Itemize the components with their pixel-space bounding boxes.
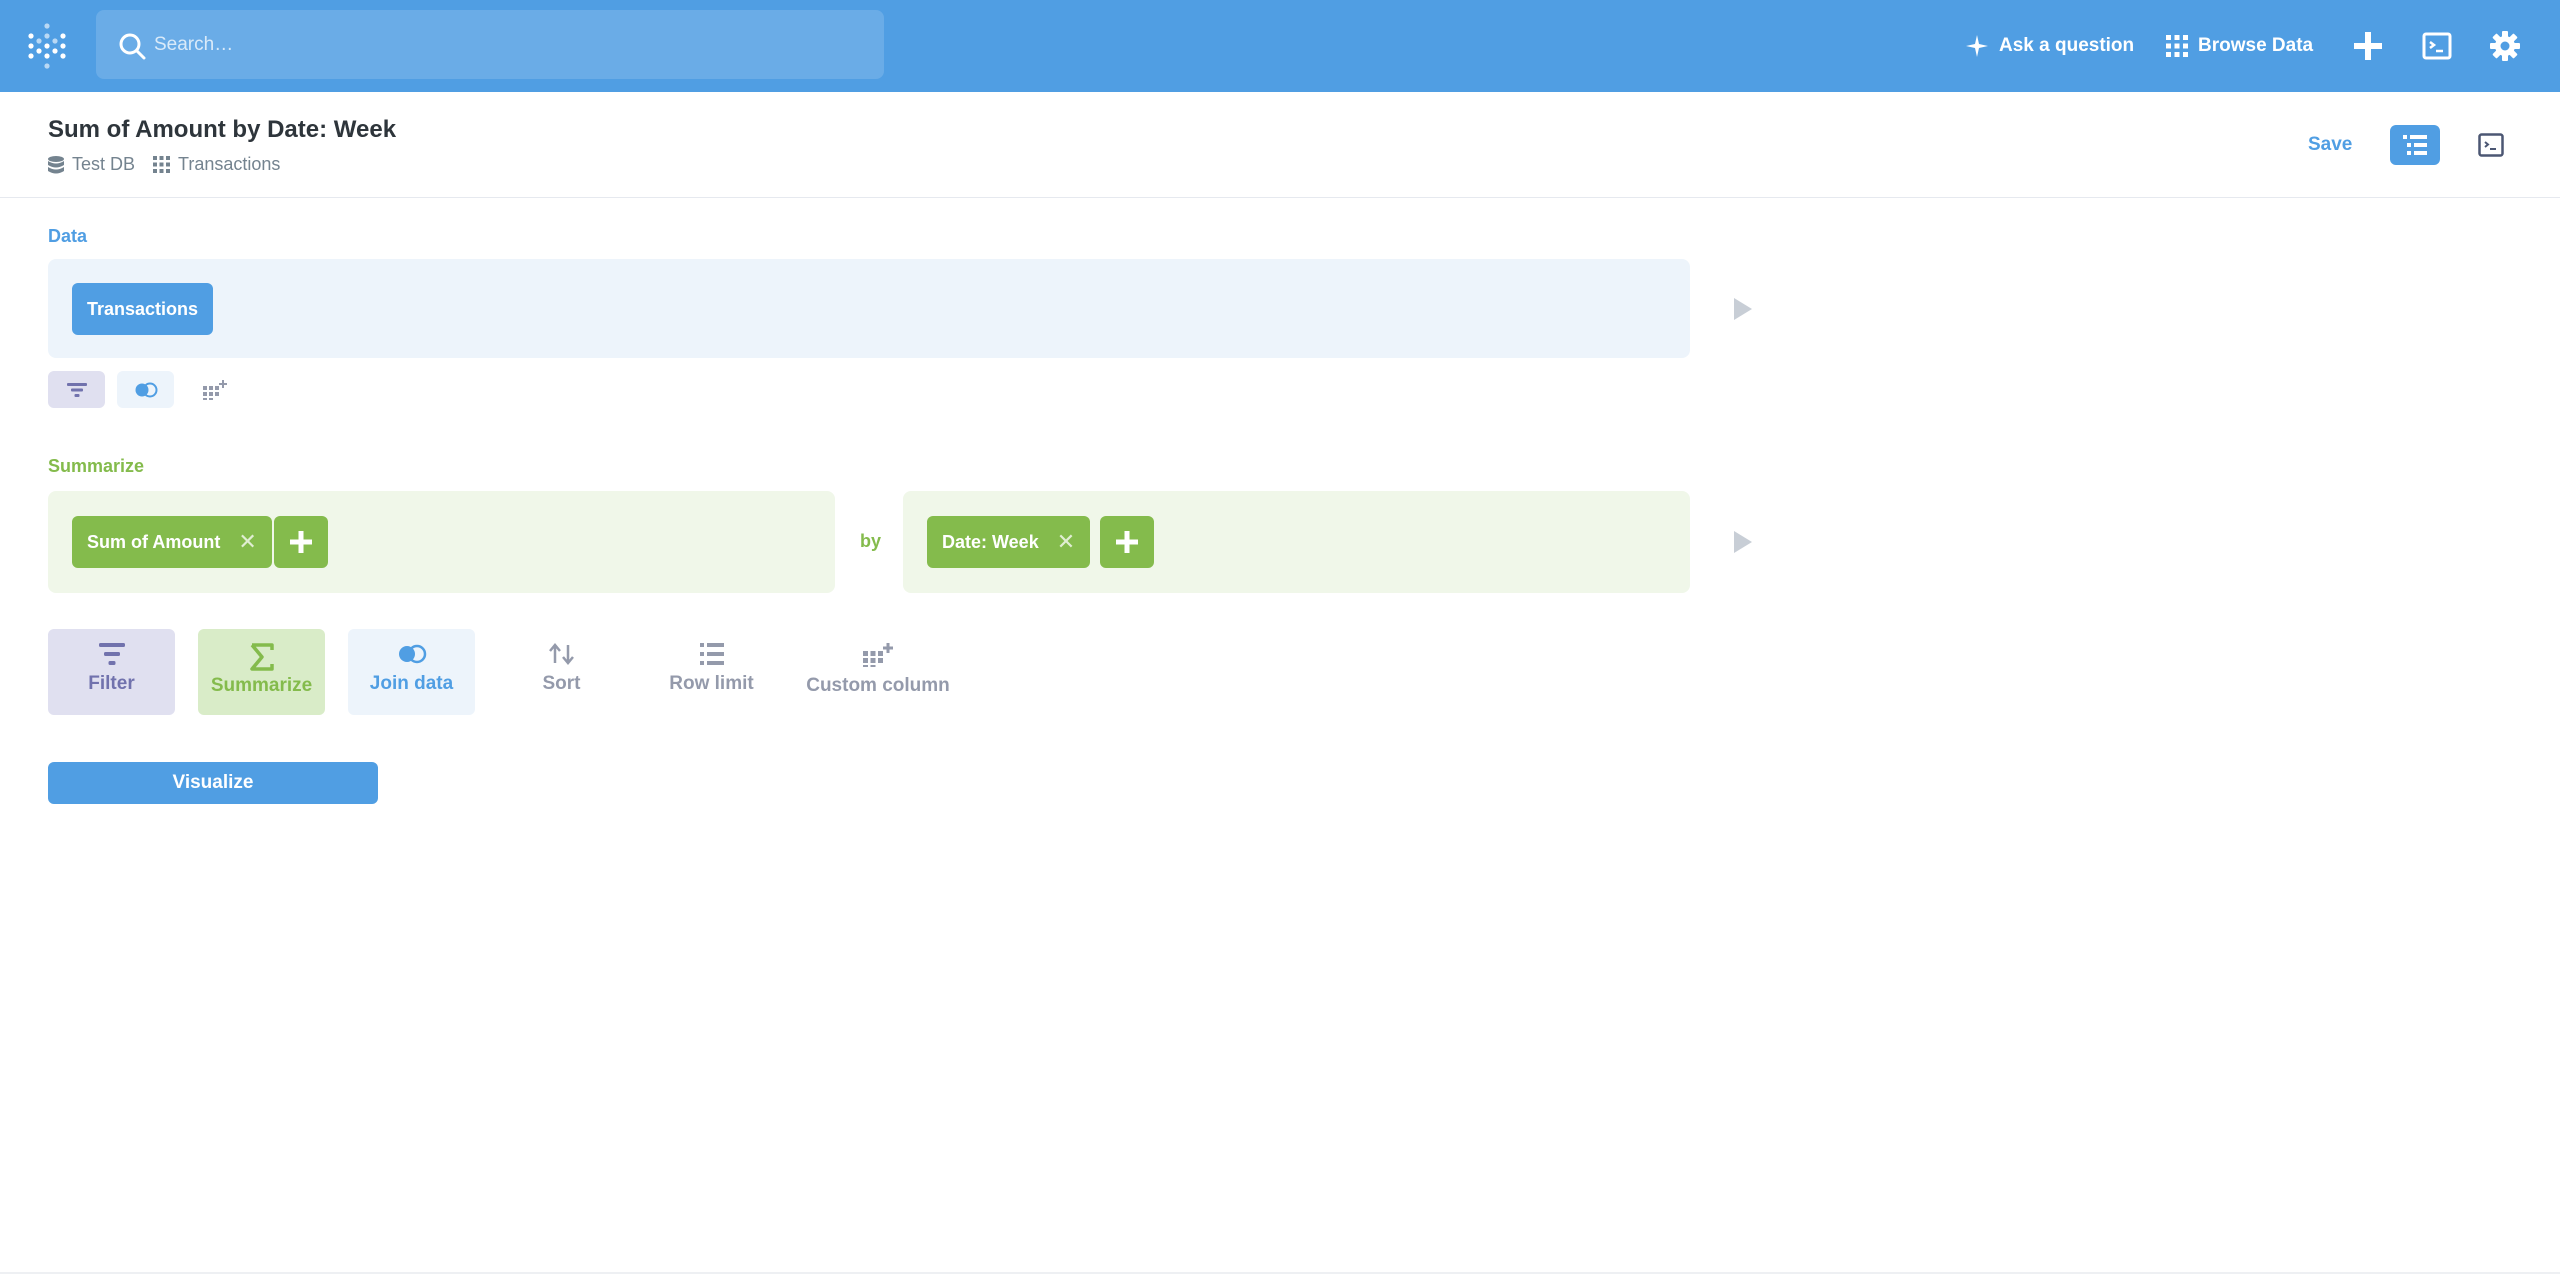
gear-icon	[2490, 31, 2520, 61]
native-query-button[interactable]	[2466, 125, 2516, 165]
sparkle-icon	[1966, 35, 1988, 57]
breadcrumb-database-label: Test DB	[72, 154, 136, 174]
breakout-pill[interactable]: Date: Week ✕	[927, 516, 1091, 568]
data-source-pill[interactable]: Transactions	[72, 283, 214, 335]
custom-column-label: Custom column	[806, 675, 950, 696]
database-icon	[48, 155, 64, 173]
search-input[interactable]	[154, 10, 854, 79]
data-step-box: Transactions	[48, 259, 1690, 358]
preview-data-button[interactable]	[1734, 298, 1752, 320]
search-bar[interactable]	[96, 10, 884, 79]
add-metric-button[interactable]	[274, 516, 328, 568]
sql-editor-icon	[2422, 32, 2452, 60]
by-label: by	[860, 531, 882, 551]
join-icon	[135, 382, 157, 397]
row-limit-label: Row limit	[669, 673, 754, 694]
top-nav: Ask a question Browse Data	[0, 0, 2560, 92]
sum-icon	[249, 643, 274, 671]
add-breakout-button[interactable]	[1100, 516, 1154, 568]
grid-icon	[2166, 35, 2188, 57]
join-data-label: Join data	[369, 673, 454, 694]
custom-column-button[interactable]: Custom column	[798, 629, 958, 715]
settings-button[interactable]	[2487, 28, 2523, 64]
table-icon	[153, 156, 171, 173]
breadcrumb-table-label: Transactions	[178, 154, 281, 174]
sort-button[interactable]: Sort	[498, 629, 625, 715]
summarize-button[interactable]: Summarize	[198, 629, 325, 715]
join-data-button[interactable]: Join data	[348, 629, 475, 715]
breakout-pill-label: Date: Week	[942, 531, 1039, 552]
question-header: Sum of Amount by Date: Week Test DB Tran…	[0, 92, 2560, 198]
filter-icon	[98, 643, 125, 665]
filter-label: Filter	[88, 673, 135, 694]
add-column-icon	[863, 643, 893, 667]
metric-box: Sum of Amount ✕	[48, 491, 835, 593]
filter-button[interactable]: Filter	[48, 629, 175, 715]
notebook-toggle-button[interactable]	[2390, 125, 2440, 165]
preview-summarize-button[interactable]	[1734, 531, 1752, 553]
search-icon	[119, 33, 146, 60]
list-icon	[699, 643, 724, 665]
add-column-icon	[202, 379, 227, 400]
summarize-label: Summarize	[210, 675, 313, 696]
ask-question-label: Ask a question	[1999, 35, 2135, 56]
join-icon	[398, 644, 426, 664]
breadcrumb: Test DB Transactions	[48, 154, 298, 175]
sql-editor-button[interactable]	[2419, 28, 2455, 64]
breadcrumb-table[interactable]: Transactions	[153, 154, 280, 175]
notebook-icon	[2403, 135, 2427, 155]
filter-icon	[66, 382, 87, 397]
visualize-button[interactable]: Visualize	[48, 762, 378, 804]
row-limit-button[interactable]: Row limit	[648, 629, 775, 715]
add-custom-column-mini-button[interactable]	[186, 371, 243, 408]
browse-data-button[interactable]: Browse Data	[2166, 26, 2313, 66]
browse-data-label: Browse Data	[2198, 35, 2314, 56]
metabase-logo-icon[interactable]	[27, 22, 67, 70]
data-step-label: Data	[48, 226, 88, 246]
remove-metric-close-icon[interactable]: ✕	[238, 529, 256, 555]
plus-icon	[2354, 32, 2382, 60]
sort-icon	[548, 643, 574, 665]
metric-pill[interactable]: Sum of Amount ✕	[72, 516, 272, 568]
breadcrumb-database[interactable]: Test DB	[48, 154, 135, 175]
plus-icon	[1116, 531, 1138, 553]
remove-breakout-close-icon[interactable]: ✕	[1057, 529, 1075, 555]
page-title: Sum of Amount by Date: Week	[48, 116, 397, 143]
new-button[interactable]	[2350, 28, 2386, 64]
metric-pill-label: Sum of Amount	[87, 531, 221, 552]
sort-label: Sort	[542, 673, 581, 694]
sql-editor-icon	[2478, 133, 2504, 157]
save-button[interactable]: Save	[2308, 134, 2352, 156]
add-join-mini-button[interactable]	[117, 371, 174, 408]
plus-icon	[290, 531, 312, 553]
add-filter-mini-button[interactable]	[48, 371, 105, 408]
ask-question-button[interactable]: Ask a question	[1965, 26, 2134, 66]
breakout-box: Date: Week ✕	[903, 491, 1690, 593]
summarize-step-label: Summarize	[48, 456, 145, 476]
